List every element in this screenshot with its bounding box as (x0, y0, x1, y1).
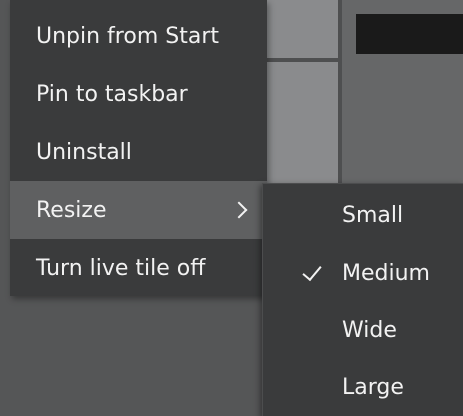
start-tile-small-top[interactable] (266, 0, 342, 58)
start-tile-small-bottom[interactable] (266, 62, 342, 188)
menu-item-label: Uninstall (36, 139, 132, 165)
resize-submenu: Small Medium Wide Large (262, 183, 463, 416)
submenu-item-small[interactable]: Small (263, 186, 463, 244)
submenu-item-label: Medium (342, 260, 430, 286)
chevron-right-icon (230, 201, 248, 219)
submenu-item-large[interactable]: Large (263, 358, 463, 416)
menu-item-label: Resize (36, 197, 107, 223)
menu-item-label: Turn live tile off (36, 255, 206, 281)
submenu-item-wide[interactable]: Wide (263, 301, 463, 359)
tile-divider (338, 0, 342, 188)
tile-context-menu: Unpin from Start Pin to taskbar Uninstal… (10, 0, 267, 296)
submenu-item-label: Small (342, 202, 404, 228)
submenu-item-medium[interactable]: Medium (263, 244, 463, 302)
start-menu-screen: Unpin from Start Pin to taskbar Uninstal… (0, 0, 463, 416)
tile-divider (266, 58, 342, 62)
submenu-item-label: Wide (342, 317, 397, 343)
menu-item-unpin-from-start[interactable]: Unpin from Start (10, 7, 267, 65)
menu-item-uninstall[interactable]: Uninstall (10, 123, 267, 181)
tile-dark-panel (356, 14, 463, 54)
menu-item-label: Pin to taskbar (36, 81, 188, 107)
menu-item-label: Unpin from Start (36, 23, 219, 49)
menu-item-turn-live-tile-off[interactable]: Turn live tile off (10, 239, 267, 297)
menu-item-pin-to-taskbar[interactable]: Pin to taskbar (10, 65, 267, 123)
menu-item-resize[interactable]: Resize (10, 181, 267, 239)
checkmark-icon (302, 260, 322, 282)
submenu-item-label: Large (342, 374, 404, 400)
